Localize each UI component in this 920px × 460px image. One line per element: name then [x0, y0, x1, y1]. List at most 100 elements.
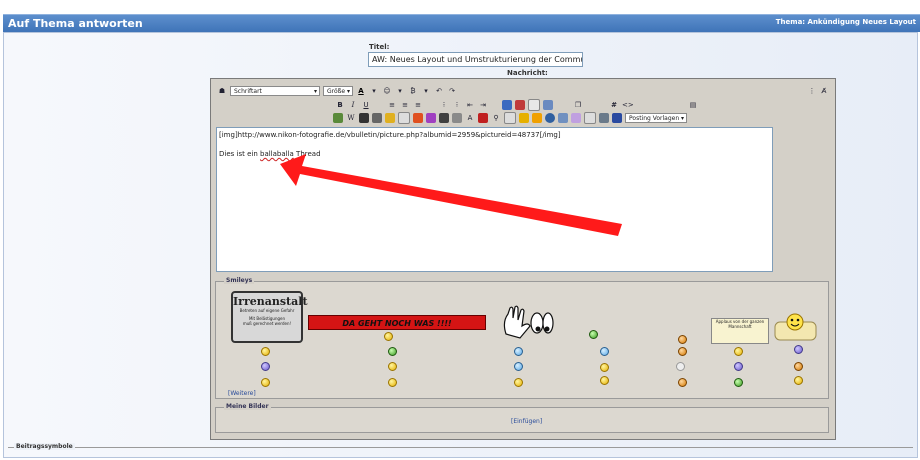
flag-icon[interactable]: [413, 113, 423, 123]
attachment-icon[interactable]: ₿: [408, 86, 418, 96]
bold-button[interactable]: B: [335, 100, 345, 110]
smiley-redface[interactable]: [794, 362, 803, 371]
smiley-sad[interactable]: [734, 362, 743, 371]
smiley-confused[interactable]: [734, 347, 743, 356]
outdent-icon[interactable]: ⇤: [465, 100, 475, 110]
misspelled-word: ballaballa: [260, 150, 294, 158]
smiley-brown[interactable]: [678, 378, 687, 387]
chevron-down-icon[interactable]: ▾: [395, 86, 405, 96]
couch-smiley[interactable]: [773, 310, 818, 344]
insert-image-link[interactable]: [Einfügen]: [511, 418, 542, 425]
smilies-legend: Smileys: [224, 277, 255, 284]
smiley-eek[interactable]: [388, 362, 397, 371]
align-center-icon[interactable]: ≡: [400, 100, 410, 110]
smiley-smile[interactable]: [261, 347, 270, 356]
ordered-list-icon[interactable]: ⁝: [439, 100, 449, 110]
photo-icon[interactable]: [333, 113, 343, 123]
smiley-rolleyes[interactable]: [261, 378, 270, 387]
text-highlight-icon[interactable]: [532, 113, 542, 123]
lock-icon[interactable]: [571, 113, 581, 123]
my-images-legend: Meine Bilder: [224, 403, 271, 410]
unordered-list-icon[interactable]: ⁝: [452, 100, 462, 110]
gallery-icon[interactable]: [439, 113, 449, 123]
email-icon[interactable]: [528, 99, 540, 111]
underline-button[interactable]: U: [361, 100, 371, 110]
post-icons-section: Beitragssymbole: [8, 443, 913, 460]
hash-button[interactable]: #: [609, 100, 619, 110]
toolbar-row-1: ☗ Schriftart Größe A ▾ ☺ ▾ ₿ ▾ ↶ ↷: [217, 85, 457, 97]
text-style-icon[interactable]: A: [465, 113, 475, 123]
applause-smiley[interactable]: Applaus von der ganzen Mannschaft: [711, 318, 769, 344]
smiley-devil[interactable]: [794, 345, 803, 354]
smiley-angry[interactable]: [678, 347, 687, 356]
smiley-menu-icon[interactable]: ☺: [382, 86, 392, 96]
page-header: Auf Thema antworten Thema: Ankündigung N…: [3, 14, 920, 32]
message-textarea[interactable]: [img]http://www.nikon-fotografie.de/vbul…: [216, 127, 773, 272]
font-color-button[interactable]: A: [356, 86, 366, 96]
irrenanstalt-smiley[interactable]: Irrenanstalt Betreten auf eigene Gefahr …: [231, 291, 308, 343]
chevron-down-icon[interactable]: ▾: [421, 86, 431, 96]
more-smilies-link[interactable]: [Weitere]: [228, 390, 256, 397]
share-icon[interactable]: [558, 113, 568, 123]
quote-icon[interactable]: ❐: [573, 100, 583, 110]
template-icon[interactable]: [612, 113, 622, 123]
align-right-icon[interactable]: ≡: [413, 100, 423, 110]
pdf-icon[interactable]: [478, 113, 488, 123]
table-icon[interactable]: [372, 113, 382, 123]
toolbar-row-3: W A ⚲ Posting Vorlagen: [333, 112, 687, 124]
map-icon[interactable]: [359, 113, 369, 123]
editor-mode-icon[interactable]: ☗: [217, 86, 227, 96]
smiley-whistle[interactable]: [388, 378, 397, 387]
toolbar-row-2: B I U ≡ ≡ ≡ ⁝ ⁝ ⇤ ⇥ ❐ # <> ▤: [335, 99, 698, 111]
smilies-icon[interactable]: [519, 113, 529, 123]
chevron-down-icon[interactable]: ▾: [369, 86, 379, 96]
globe-icon[interactable]: [545, 113, 555, 123]
size-select[interactable]: Größe: [323, 86, 353, 97]
spoiler-icon[interactable]: [385, 113, 395, 123]
posting-templates-select[interactable]: Posting Vorlagen: [625, 113, 687, 124]
smiley-cool[interactable]: [514, 347, 523, 356]
indent-icon[interactable]: ⇥: [478, 100, 488, 110]
unlink-icon[interactable]: [515, 100, 525, 110]
thread-link[interactable]: Thema: Ankündigung Neues Layout: [776, 18, 916, 26]
smiley-sign[interactable]: [600, 376, 609, 385]
smiley-thumbs-up[interactable]: [514, 378, 523, 387]
smiley-grin[interactable]: [388, 347, 397, 356]
link-icon[interactable]: [502, 100, 512, 110]
font-select[interactable]: Schriftart: [230, 86, 320, 97]
smiley-tongue[interactable]: [600, 363, 609, 372]
note-icon[interactable]: [398, 112, 410, 124]
smiley-green[interactable]: [589, 330, 598, 339]
undo-button[interactable]: ↶: [434, 86, 444, 96]
smilies-box: Smileys Irrenanstalt Betreten auf eigene…: [215, 277, 829, 399]
waving-hand-smiley[interactable]: [500, 304, 555, 342]
smiley-laptop[interactable]: [384, 332, 393, 341]
align-left-icon[interactable]: ≡: [387, 100, 397, 110]
smiley-turtle[interactable]: [734, 378, 743, 387]
frame-grid-icon[interactable]: [599, 113, 609, 123]
smiley-wink[interactable]: [600, 347, 609, 356]
smiley-purple[interactable]: [261, 362, 270, 371]
redo-button[interactable]: ↷: [447, 86, 457, 96]
frame-icon[interactable]: [504, 112, 516, 124]
php-code-icon[interactable]: ▤: [688, 100, 698, 110]
smiley-flag[interactable]: [676, 362, 685, 371]
banner-smiley[interactable]: DA GEHT NOCH WAS !!!!: [308, 315, 486, 330]
message-line-2: Dies ist ein ballaballa Thread: [219, 150, 321, 158]
document-icon[interactable]: [584, 112, 596, 124]
post-icons-legend: Beitragssymbole: [14, 443, 75, 450]
grid-icon[interactable]: [452, 113, 462, 123]
smiley-orange[interactable]: [678, 335, 687, 344]
switch-mode-icon[interactable]: A̸: [819, 86, 829, 96]
smiley-scared[interactable]: [794, 376, 803, 385]
code-button[interactable]: <>: [622, 100, 634, 110]
message-editor: ☗ Schriftart Größe A ▾ ☺ ▾ ₿ ▾ ↶ ↷ ⋮ A̸ …: [210, 78, 836, 440]
italic-button[interactable]: I: [348, 100, 358, 110]
resize-icon[interactable]: ⋮: [807, 86, 817, 96]
wikipedia-icon[interactable]: W: [346, 113, 356, 123]
search-icon[interactable]: ⚲: [491, 113, 501, 123]
title-input[interactable]: AW: Neues Layout und Umstrukturierung de…: [368, 52, 583, 67]
smiley-frown[interactable]: [514, 362, 523, 371]
image-icon[interactable]: [543, 100, 553, 110]
video-icon[interactable]: [426, 113, 436, 123]
